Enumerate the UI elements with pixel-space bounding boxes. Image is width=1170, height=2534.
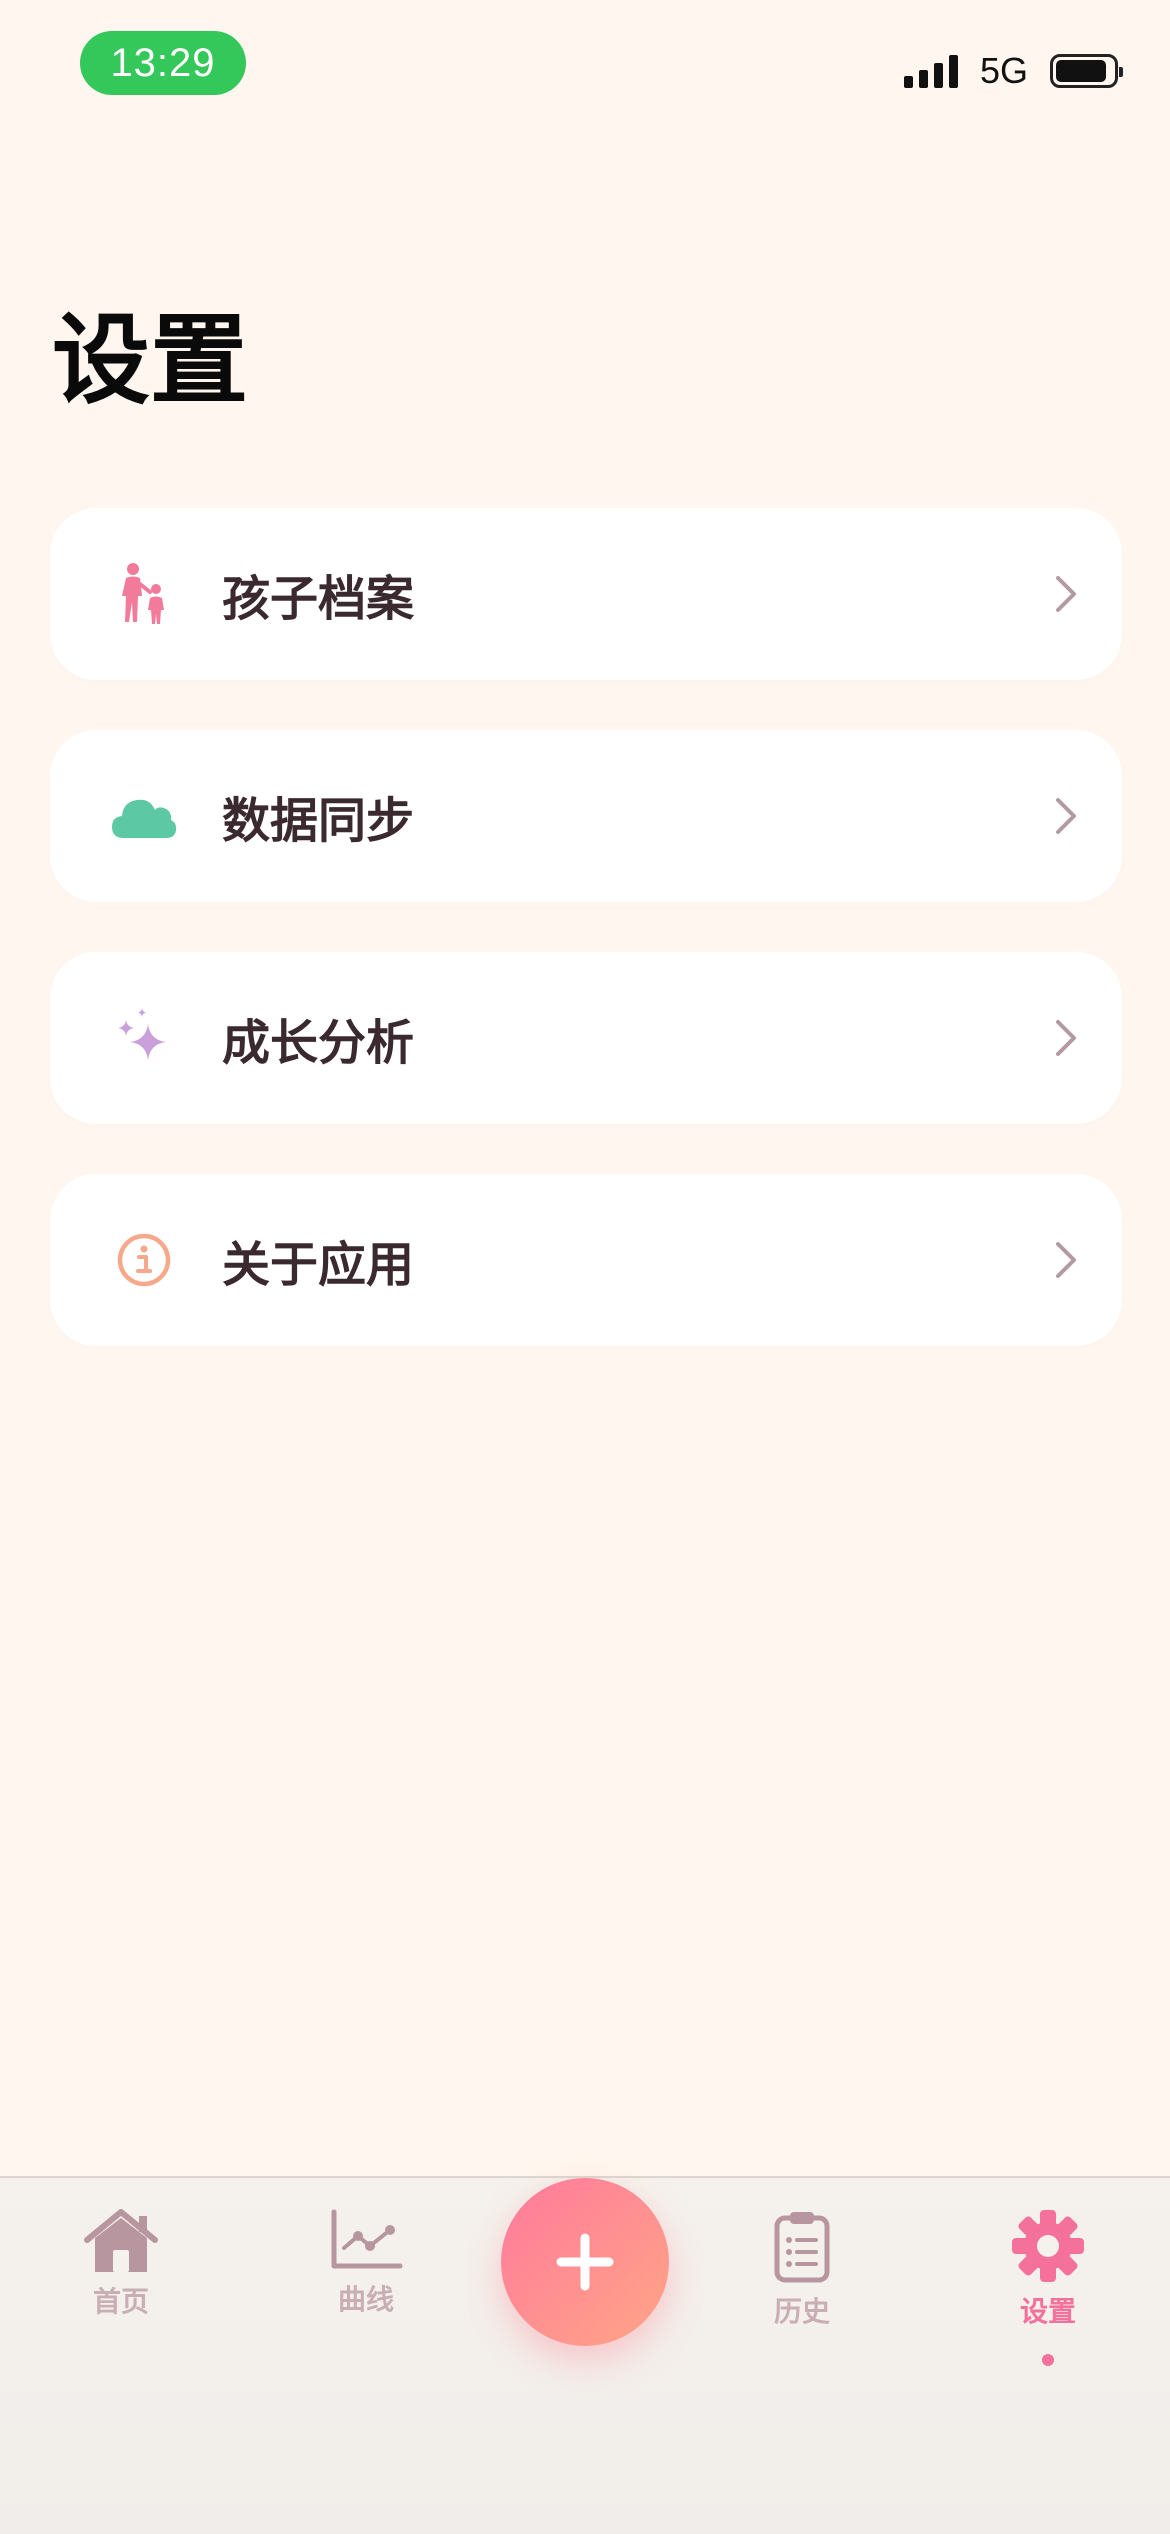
tab-label: 历史 bbox=[773, 2295, 830, 2328]
status-bar: 13:29 5G bbox=[0, 0, 1170, 140]
info-icon bbox=[104, 1220, 184, 1300]
menu-item-label: 孩子档案 bbox=[222, 571, 415, 627]
gear-icon bbox=[1012, 2210, 1084, 2282]
signal-icon bbox=[903, 54, 958, 88]
tab-home[interactable]: 首页 bbox=[41, 2208, 201, 2320]
chevron-right-icon bbox=[1056, 1242, 1076, 1278]
chevron-right-icon bbox=[1056, 798, 1076, 834]
family-icon bbox=[104, 554, 184, 634]
chart-icon bbox=[331, 2209, 403, 2269]
menu-item-about[interactable]: 关于应用 bbox=[50, 1174, 1122, 1346]
tab-settings[interactable]: 设置 bbox=[968, 2208, 1128, 2366]
status-time: 13:29 bbox=[80, 31, 246, 95]
menu-item-label: 数据同步 bbox=[222, 793, 415, 849]
chevron-right-icon bbox=[1056, 1020, 1076, 1056]
tab-label: 首页 bbox=[92, 2285, 149, 2318]
home-icon bbox=[84, 2209, 158, 2272]
menu-item-child-profile[interactable]: 孩子档案 bbox=[50, 508, 1122, 680]
status-indicators: 5G bbox=[903, 50, 1123, 92]
menu-item-label: 关于应用 bbox=[222, 1237, 415, 1293]
tab-history[interactable]: 历史 bbox=[722, 2208, 882, 2330]
plus-icon bbox=[556, 2233, 614, 2291]
clipboard-icon bbox=[774, 2212, 830, 2283]
active-indicator bbox=[1042, 2354, 1054, 2366]
tab-label: 曲线 bbox=[337, 2283, 394, 2316]
cloud-icon bbox=[104, 776, 184, 856]
menu-item-label: 成长分析 bbox=[222, 1015, 415, 1071]
settings-list: 孩子档案 数据同步 成长分析 关于应用 bbox=[50, 508, 1122, 1396]
tab-label: 设置 bbox=[1019, 2295, 1076, 2328]
page-title: 设置 bbox=[52, 304, 249, 418]
battery-icon bbox=[1050, 54, 1123, 88]
sparkles-icon bbox=[104, 998, 184, 1078]
network-type: 5G bbox=[979, 50, 1028, 91]
menu-item-growth-analysis[interactable]: 成长分析 bbox=[50, 952, 1122, 1124]
add-record-button[interactable] bbox=[501, 2178, 669, 2346]
tab-chart[interactable]: 曲线 bbox=[286, 2208, 446, 2318]
menu-item-data-sync[interactable]: 数据同步 bbox=[50, 730, 1122, 902]
chevron-right-icon bbox=[1056, 576, 1076, 612]
